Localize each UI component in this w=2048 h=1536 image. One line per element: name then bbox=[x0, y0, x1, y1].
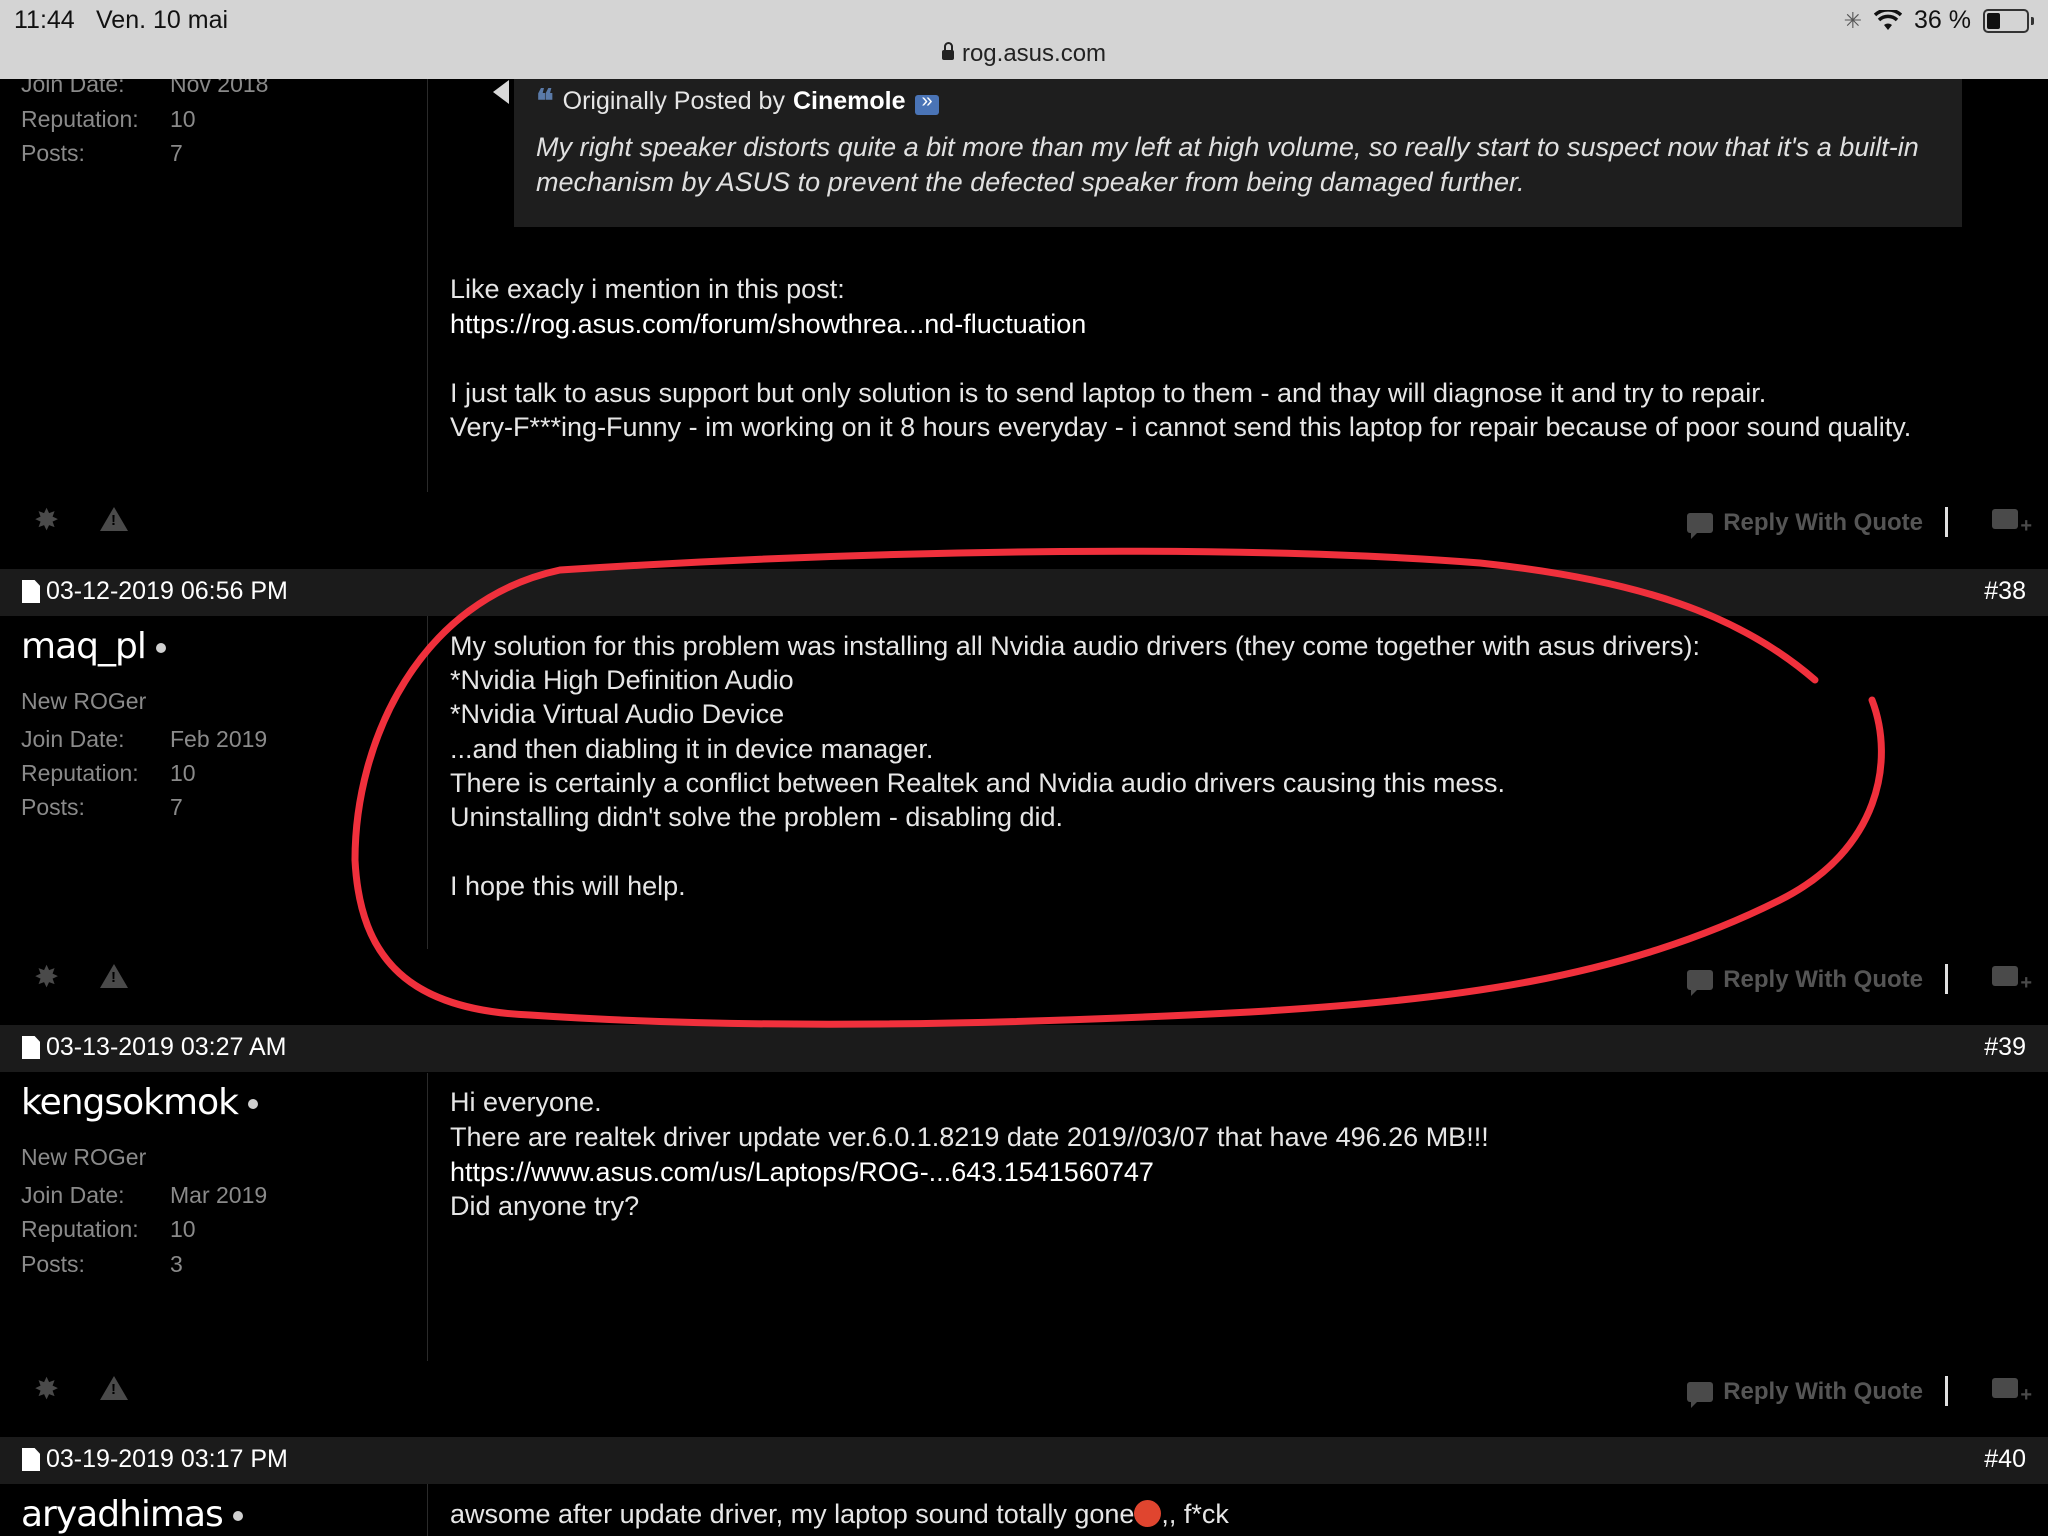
battery-tip bbox=[2031, 16, 2034, 25]
multi-quote-icon bbox=[1992, 509, 2018, 529]
action-separator bbox=[1945, 507, 1948, 537]
column-divider bbox=[427, 1073, 428, 1361]
battery-percent: 36 % bbox=[1914, 6, 1971, 34]
column-divider bbox=[427, 616, 428, 949]
url-text: rog.asus.com bbox=[961, 40, 1107, 67]
quote-header: ❛❛ Originally Posted by Cinemole bbox=[536, 82, 940, 120]
post-line: I just talk to asus support but only sol… bbox=[450, 378, 1767, 408]
multi-quote-button[interactable]: + bbox=[1992, 509, 2032, 537]
angry-face-emoji-icon bbox=[1134, 1500, 1162, 1527]
post-number[interactable]: #38 bbox=[1984, 577, 2026, 606]
posts-row: Posts: 3 bbox=[21, 1251, 183, 1277]
report-warning-icon[interactable] bbox=[100, 964, 128, 988]
post-line: I hope this will help. bbox=[450, 871, 686, 901]
post-line: *Nvidia Virtual Audio Device bbox=[450, 699, 785, 729]
online-status-icon bbox=[247, 1099, 258, 1109]
reputation-row: Reputation: 10 bbox=[21, 1216, 196, 1242]
username[interactable]: maq_pl bbox=[21, 626, 166, 667]
quote-box: ❛❛ Originally Posted by Cinemole My righ… bbox=[514, 79, 1962, 227]
post-line: awsome after update driver, my laptop so… bbox=[450, 1499, 1229, 1529]
join-date-row: Join Date: Feb 2019 bbox=[21, 726, 268, 752]
status-date: Ven. 10 mai bbox=[96, 6, 229, 34]
multi-quote-button[interactable]: + bbox=[1992, 966, 2032, 994]
post-line: Uninstalling didn't solve the problem - … bbox=[450, 802, 1063, 832]
reputation-row: Reputation: 10 bbox=[21, 106, 196, 132]
activity-spinner-icon: ✳ bbox=[1843, 7, 1863, 33]
post-header: 03-12-2019 06:56 PM #38 bbox=[0, 569, 2048, 616]
online-status-icon bbox=[155, 643, 166, 653]
lock-icon bbox=[941, 42, 954, 60]
quote-arrow-icon bbox=[493, 80, 509, 104]
multi-quote-icon bbox=[1992, 966, 2018, 986]
username[interactable]: aryadhimas bbox=[21, 1494, 243, 1535]
post-number[interactable]: #40 bbox=[1984, 1445, 2026, 1474]
post-line: There is certainly a conflict between Re… bbox=[450, 768, 1506, 798]
wifi-icon bbox=[1874, 9, 1903, 30]
column-divider bbox=[427, 79, 428, 492]
status-indicators: ✳ 36 % bbox=[1844, 6, 2034, 35]
reply-with-quote-button[interactable]: Reply With Quote bbox=[1687, 1378, 1923, 1408]
post-date: 03-13-2019 03:27 AM bbox=[46, 1033, 287, 1061]
post-link[interactable]: https://www.asus.com/us/Laptops/ROG-...6… bbox=[450, 1155, 1154, 1189]
post-date: 03-19-2019 03:17 PM bbox=[46, 1445, 288, 1473]
post-header: 03-13-2019 03:27 AM #39 bbox=[0, 1025, 2048, 1072]
join-date-row: Join Date: Mar 2019 bbox=[21, 1182, 268, 1208]
reply-with-quote-button[interactable]: Reply With Quote bbox=[1687, 509, 1923, 539]
document-icon bbox=[22, 1036, 40, 1059]
reputation-row: Reputation: 10 bbox=[21, 760, 196, 786]
post-line: ...and then diabling it in device manage… bbox=[450, 734, 934, 764]
post-line: Did anyone try? bbox=[450, 1191, 640, 1221]
action-separator bbox=[1945, 964, 1948, 994]
post-line: Very-F***ing-Funny - im working on it 8 … bbox=[450, 412, 1912, 442]
reply-with-quote-button[interactable]: Reply With Quote bbox=[1687, 966, 1923, 996]
posts-row: Posts: 7 bbox=[21, 794, 183, 820]
report-warning-icon[interactable] bbox=[100, 507, 128, 531]
quote-text: My right speaker distorts quite a bit mo… bbox=[536, 132, 1919, 197]
post-actions: ✸ Reply With Quote + bbox=[0, 1372, 2048, 1416]
username[interactable]: kengsokmok bbox=[21, 1082, 258, 1123]
post-actions: ✸ Reply With Quote + bbox=[0, 960, 2048, 1004]
user-rank: New ROGer bbox=[21, 1144, 147, 1170]
quote-bubble-icon bbox=[1687, 970, 1714, 996]
quote-author[interactable]: Cinemole bbox=[793, 87, 906, 116]
star-icon[interactable]: ✸ bbox=[34, 1372, 59, 1407]
star-icon[interactable]: ✸ bbox=[34, 960, 59, 995]
post-actions: ✸ Reply With Quote + bbox=[0, 503, 2048, 547]
post-line: My solution for this problem was install… bbox=[450, 631, 1701, 661]
post-line: *Nvidia High Definition Audio bbox=[450, 665, 794, 695]
post-date: 03-12-2019 06:56 PM bbox=[46, 577, 288, 605]
post-line: There are realtek driver update ver.6.0.… bbox=[450, 1122, 1489, 1152]
online-status-icon bbox=[232, 1511, 243, 1521]
address-bar[interactable]: rog.asus.com bbox=[0, 40, 2048, 68]
multi-quote-icon bbox=[1992, 1378, 2018, 1398]
column-divider bbox=[427, 1484, 428, 1536]
star-icon[interactable]: ✸ bbox=[34, 503, 59, 538]
quote-marks-icon: ❛❛ bbox=[536, 83, 554, 119]
browser-status-bar: 11:44 Ven. 10 mai ✳ 36 % rog.asus.com bbox=[0, 0, 2048, 79]
post-link[interactable]: https://rog.asus.com/forum/showthrea...n… bbox=[450, 307, 1086, 341]
report-warning-icon[interactable] bbox=[100, 1376, 128, 1400]
quote-bubble-icon bbox=[1687, 1382, 1714, 1408]
user-rank: New ROGer bbox=[21, 688, 147, 714]
posts-row: Posts: 7 bbox=[21, 140, 183, 166]
battery-icon bbox=[1983, 8, 2029, 33]
post-header: 03-19-2019 03:17 PM #40 bbox=[0, 1437, 2048, 1484]
status-time: 11:44 bbox=[14, 6, 75, 34]
document-icon bbox=[22, 1448, 40, 1471]
view-post-icon[interactable] bbox=[915, 90, 940, 115]
post-line: Like exacly i mention in this post: bbox=[450, 274, 845, 304]
document-icon bbox=[22, 580, 40, 603]
multi-quote-button[interactable]: + bbox=[1992, 1378, 2032, 1406]
action-separator bbox=[1945, 1376, 1948, 1406]
post-number[interactable]: #39 bbox=[1984, 1033, 2026, 1062]
post-line: Hi everyone. bbox=[450, 1087, 602, 1117]
quote-bubble-icon bbox=[1687, 513, 1714, 539]
